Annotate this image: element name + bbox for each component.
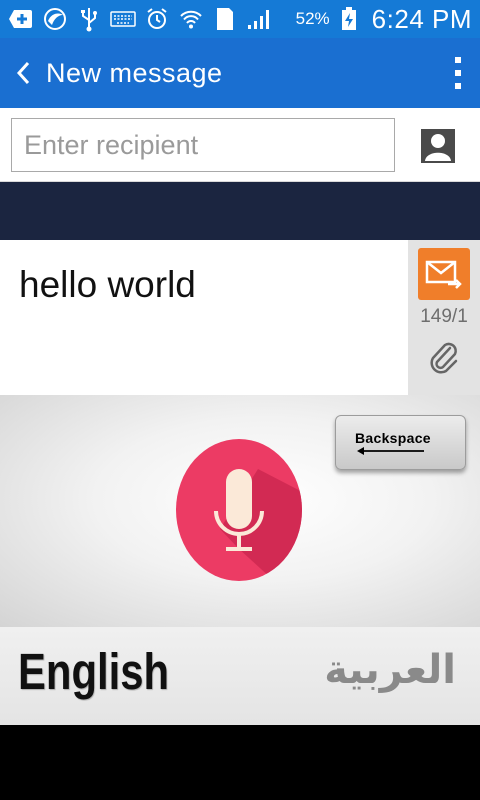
voice-keyboard: Backspace (0, 395, 480, 627)
battery-percent: 52% (295, 9, 330, 28)
backspace-label: Backspace (355, 430, 431, 446)
bottom-area (0, 725, 480, 800)
alarm-icon (144, 6, 170, 32)
clock: 6:24 PM (371, 3, 472, 34)
keyboard-icon (110, 6, 136, 32)
signal-icon (246, 6, 272, 32)
language-arabic-button[interactable]: العربية (324, 647, 456, 693)
microphone-button[interactable] (176, 439, 302, 581)
language-english-button[interactable]: English (18, 642, 169, 701)
sim-icon (212, 6, 238, 32)
page-title: New message (46, 57, 223, 88)
overflow-menu-button[interactable] (436, 38, 480, 108)
message-compose-field[interactable]: hello world (0, 240, 408, 395)
browser-icon (42, 6, 68, 32)
usb-icon (76, 6, 102, 32)
paperclip-icon (430, 342, 458, 374)
send-message-icon (425, 260, 462, 289)
add-icon (8, 6, 34, 32)
backspace-key[interactable]: Backspace (335, 415, 466, 470)
language-bar: English العربية (0, 627, 480, 725)
recipient-row (0, 108, 480, 182)
backspace-arrow-icon (357, 447, 424, 455)
wifi-icon (178, 6, 204, 32)
recipient-input[interactable] (11, 118, 395, 172)
character-counter: 149/1 (420, 306, 468, 327)
send-button[interactable] (418, 248, 470, 300)
conversation-area (0, 182, 480, 240)
status-bar: 52% 6:24 PM (0, 0, 480, 38)
contact-picker-button[interactable] (420, 128, 456, 164)
status-right-group: 52% 6:24 PM (296, 4, 472, 35)
status-notification-icons (8, 6, 272, 32)
attach-button[interactable] (426, 340, 462, 376)
phone-screen: 52% 6:24 PM New message hello world 14 (0, 0, 480, 800)
message-text: hello world (19, 264, 196, 305)
battery-charging-icon (336, 6, 362, 32)
chevron-left-icon (16, 61, 30, 85)
microphone-icon (176, 439, 302, 581)
overflow-menu-icon (455, 57, 461, 89)
back-button[interactable] (0, 38, 46, 108)
action-bar: New message (0, 38, 480, 108)
contact-icon (421, 129, 455, 163)
compose-side-panel: 149/1 (408, 240, 480, 395)
